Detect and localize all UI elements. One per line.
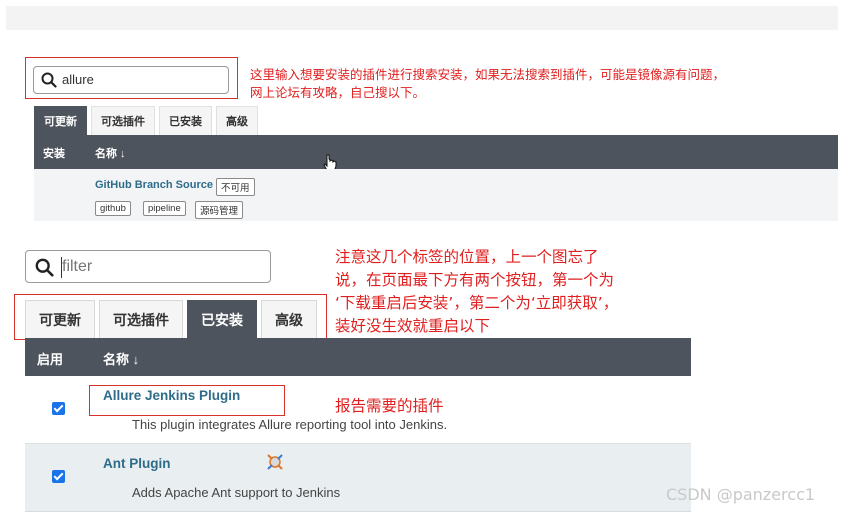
enable-checkbox-allure[interactable] (52, 402, 65, 415)
column-name[interactable]: 名称 ↓ (103, 349, 139, 368)
top-panel-header-strip (6, 6, 838, 30)
table-row: GitHub Branch Source 不可用 github pipeline… (34, 169, 838, 221)
column-install[interactable]: 安装 (43, 145, 65, 161)
annotation-tabs-tip: 注意这几个标签的位置，上一个图忘了 说，在页面最下方有两个按钮，第一个为 ‘下载… (335, 248, 619, 335)
annotation-plugin-tip: 报告需要的插件 (335, 397, 444, 415)
column-name[interactable]: 名称 ↓ (95, 145, 126, 161)
plugin-description: Adds Apache Ant support to Jenkins (132, 485, 341, 500)
table-row: Ant Plugin Adds Apache Ant support to Je… (25, 444, 691, 512)
status-badge: 不可用 (216, 178, 255, 196)
tag-pipeline[interactable]: pipeline (143, 201, 186, 216)
plugin-description: This plugin integrates Allure reporting … (132, 417, 448, 432)
top-tab-bar: 可更新 可选插件 已安装 高级 (34, 106, 258, 135)
enable-checkbox-ant[interactable] (52, 470, 65, 483)
search-icon (41, 72, 57, 88)
plugin-highlight-box (89, 385, 285, 416)
annotation-search-tip: 这里输入想要安装的插件进行搜索安装，如果无法搜索到插件，可能是镜像源有问题， 网… (250, 67, 726, 100)
tag-github[interactable]: github (95, 201, 131, 216)
bottom-tab-bar: 可更新 可选插件 已安装 高级 (25, 300, 317, 338)
tab-updates[interactable]: 可更新 (34, 106, 87, 135)
search-input[interactable] (62, 72, 222, 87)
column-enabled[interactable]: 启用 (37, 349, 63, 368)
tag-scm[interactable]: 源码管理 (195, 201, 244, 219)
plugin-link-ant[interactable]: Ant Plugin (103, 456, 171, 471)
tab-advanced[interactable]: 高级 (216, 106, 258, 135)
ant-plugin-icon (267, 454, 283, 470)
top-table-header: 安装 名称 ↓ (34, 135, 838, 169)
tab-installed[interactable]: 已安装 (187, 300, 257, 338)
tab-installed[interactable]: 已安装 (159, 106, 212, 135)
installed-table-header: 启用 名称 ↓ (25, 338, 691, 376)
tab-available[interactable]: 可选插件 (91, 106, 155, 135)
watermark: CSDN @panzercc1 (666, 485, 816, 504)
search-input-box[interactable] (33, 66, 229, 94)
plugin-link-github-branch-source[interactable]: GitHub Branch Source (95, 179, 213, 191)
filter-input-box[interactable] (25, 250, 271, 283)
search-icon (35, 258, 54, 277)
tab-updates[interactable]: 可更新 (25, 300, 95, 338)
filter-input[interactable] (62, 258, 262, 276)
tab-available[interactable]: 可选插件 (99, 300, 183, 338)
tab-advanced[interactable]: 高级 (261, 300, 317, 338)
